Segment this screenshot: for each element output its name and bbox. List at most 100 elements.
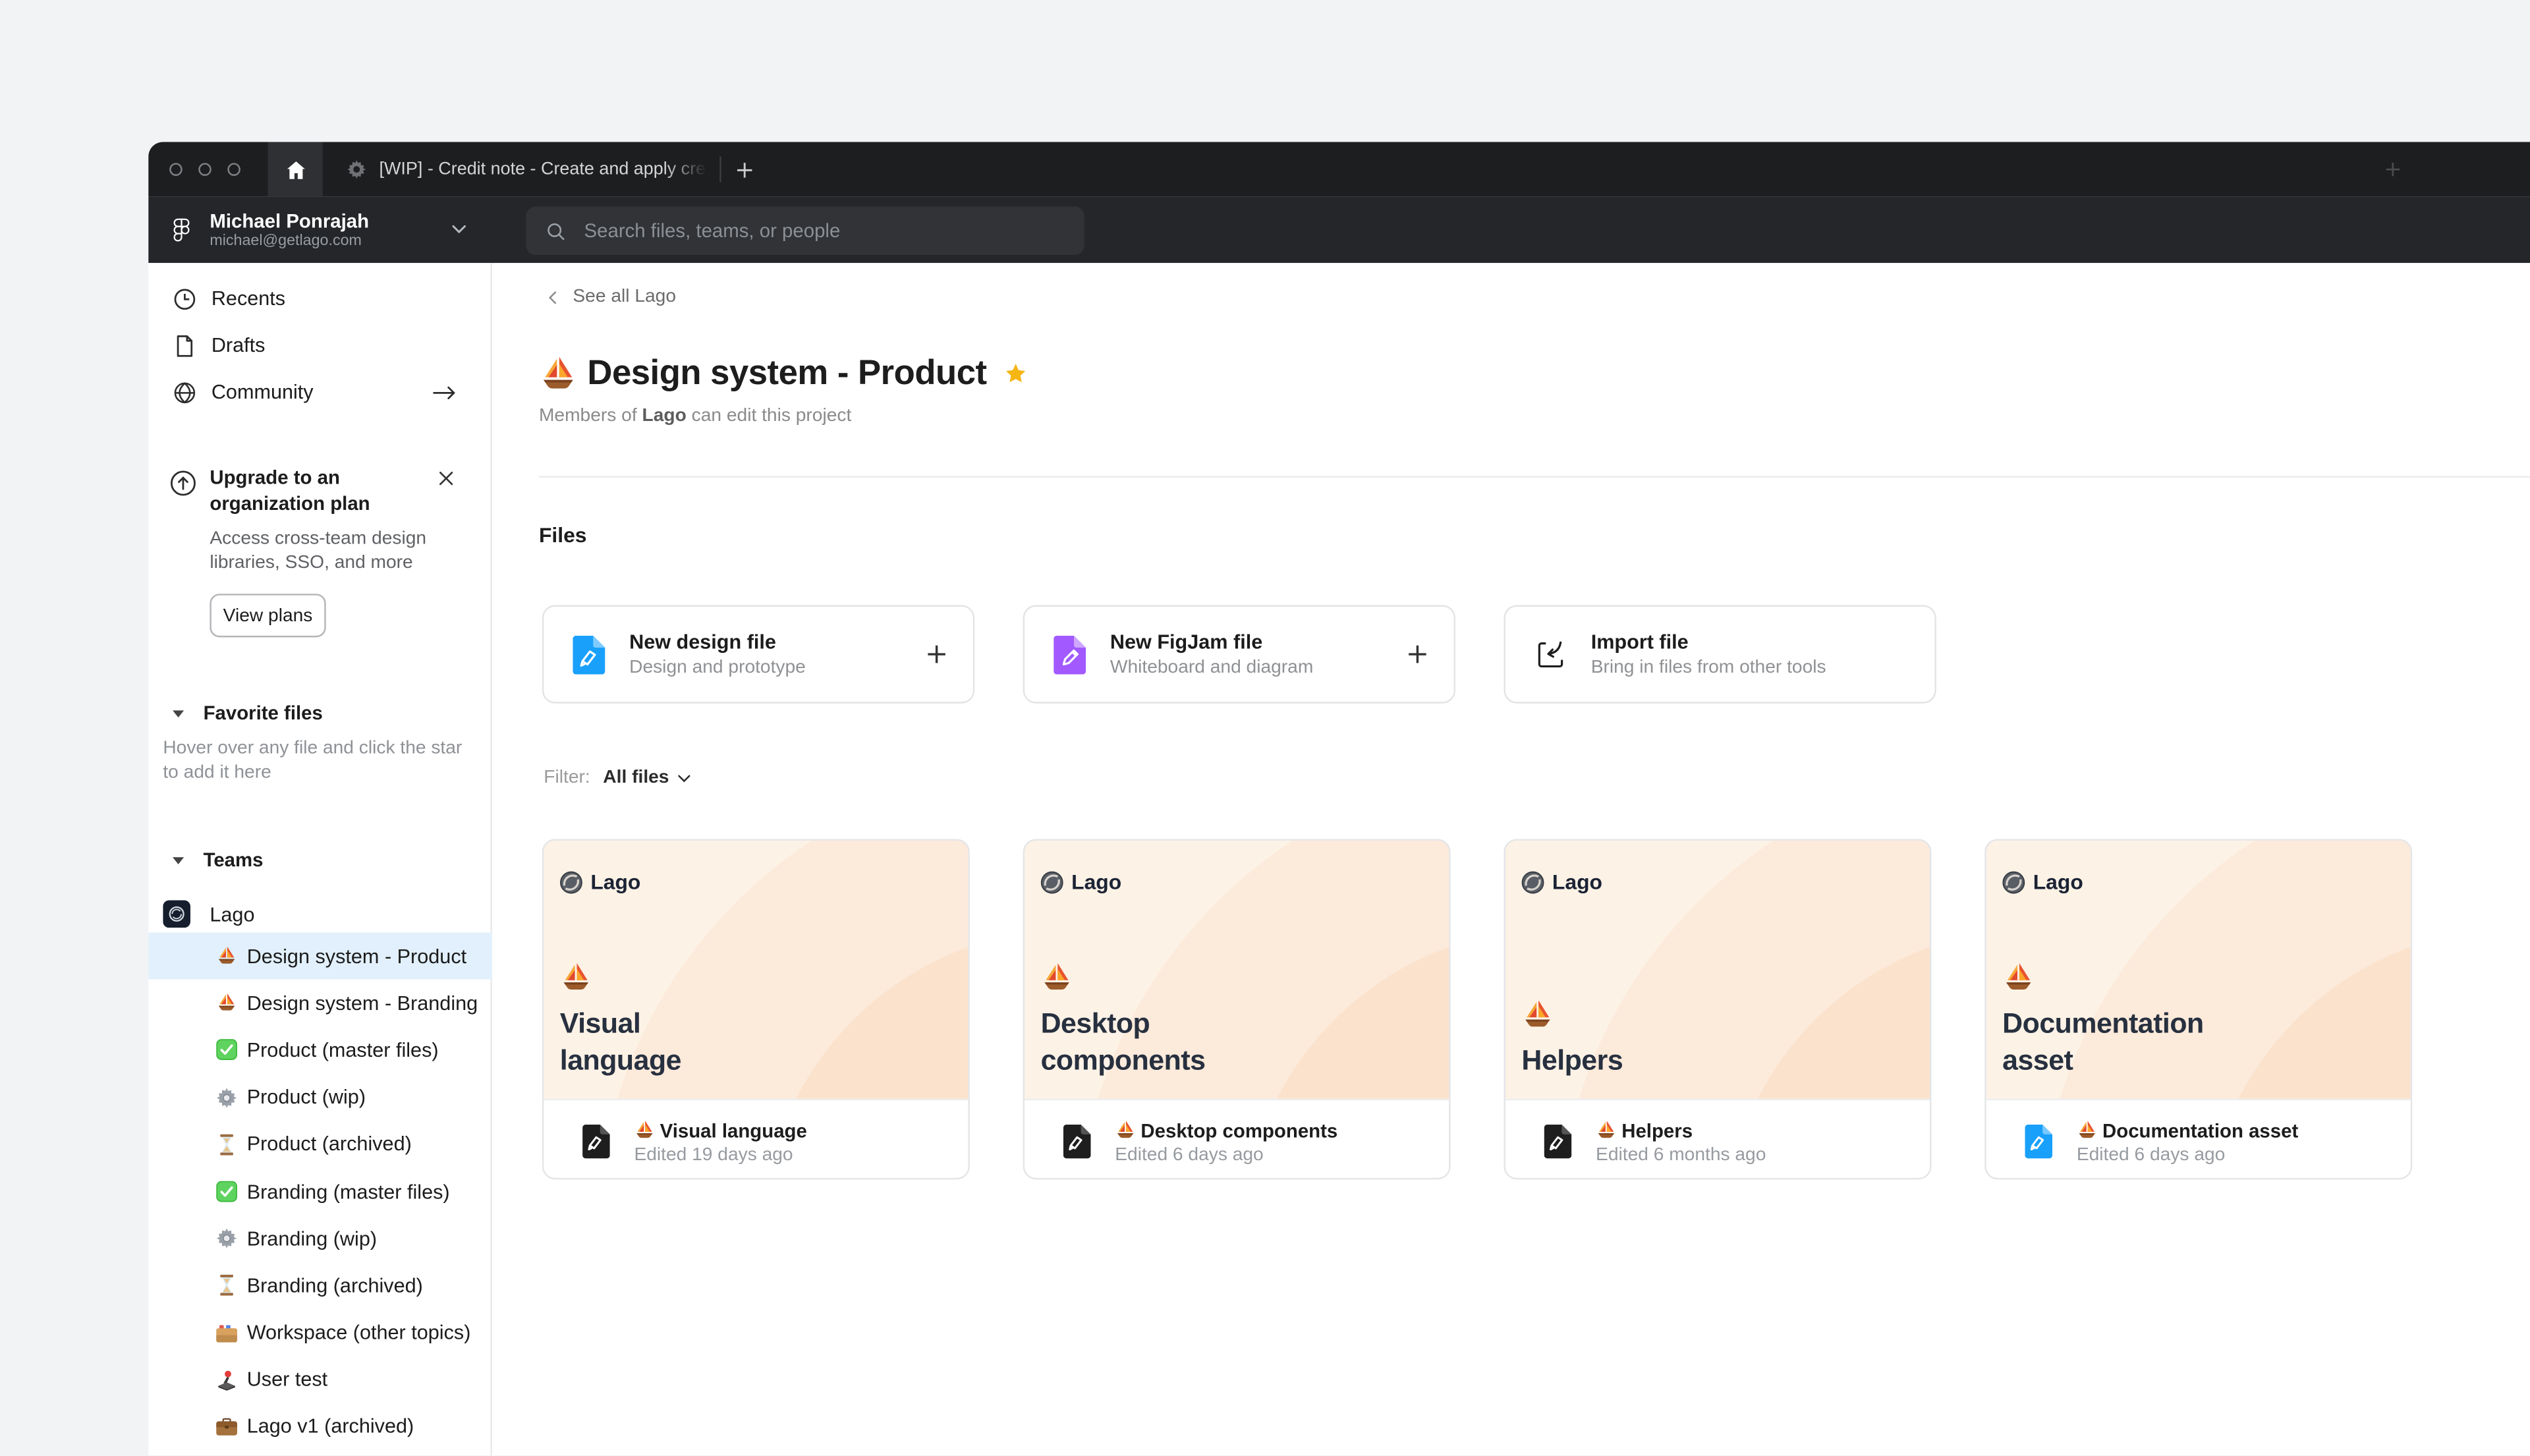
sidebar-project-product-archived[interactable]: Product (archived)	[148, 1121, 492, 1167]
sailboat-emoji	[634, 1120, 655, 1141]
sidebar-project-branding-master-files[interactable]: Branding (master files)	[148, 1168, 492, 1215]
file-card-visual-language[interactable]: Lago Visual language Visual language Edit…	[542, 839, 970, 1180]
file-card-helpers[interactable]: Lago Helpers Helpers Edited 6 months ago	[1504, 839, 1932, 1180]
sailboat-emoji	[1596, 1120, 1617, 1141]
close-icon[interactable]	[439, 471, 453, 486]
file-card-footer: Desktop components Edited 6 days ago	[1025, 1098, 1449, 1178]
caret-down-icon	[173, 856, 184, 864]
chevron-down-icon	[452, 224, 466, 234]
divider	[538, 476, 2530, 478]
joystick-emoji	[216, 1370, 237, 1391]
folder-emoji	[216, 1322, 238, 1343]
new-design-file-card[interactable]: New design file Design and prototype	[542, 605, 975, 704]
sailboat-emoji	[216, 945, 237, 966]
gear-emoji	[216, 1228, 237, 1249]
window-minimize-button[interactable]	[198, 163, 211, 176]
lago-logo-icon	[2002, 870, 2025, 893]
team-avatar	[163, 900, 190, 928]
breadcrumb[interactable]: See all Lago	[548, 287, 676, 306]
search-bar[interactable]	[526, 206, 1084, 255]
new-figjam-file-card[interactable]: New FigJam file Whiteboard and diagram	[1023, 605, 1455, 704]
window-close-button[interactable]	[169, 163, 183, 176]
search-icon	[546, 220, 567, 241]
sidebar-project-product-master-files[interactable]: Product (master files)	[148, 1026, 492, 1073]
window-controls	[148, 163, 240, 176]
file-thumbnail: Lago Helpers	[1505, 840, 1930, 1099]
upgrade-title: Upgrade to an organization plan	[210, 466, 370, 515]
team-name: Lago	[210, 903, 255, 926]
files-heading: Files	[538, 522, 587, 547]
sidebar-item-community[interactable]: Community	[148, 370, 492, 415]
sidebar-project-lago-v1-archived[interactable]: Lago v1 (archived)	[148, 1403, 492, 1450]
new-file-actions: New design file Design and prototype New…	[542, 605, 1936, 704]
new-tab-button[interactable]	[736, 161, 754, 179]
arrow-right-icon	[432, 380, 457, 405]
hourglass-emoji	[216, 1134, 237, 1156]
sidebar-project-branding-archived[interactable]: Branding (archived)	[148, 1262, 492, 1309]
chevron-down-icon	[677, 773, 690, 782]
app-header: Michael Ponrajah michael@getlago.com	[148, 196, 2530, 264]
lago-logo-icon	[1040, 870, 1063, 893]
sidebar-project-product-wip[interactable]: Product (wip)	[148, 1074, 492, 1121]
filter-label: Filter:	[544, 768, 590, 788]
check-emoji	[216, 1181, 237, 1202]
file-card-desktop-components[interactable]: Lago Desktop components Desktop component…	[1023, 839, 1451, 1180]
search-input[interactable]	[580, 217, 1040, 244]
view-plans-button[interactable]: View plans	[210, 594, 326, 638]
new-tab-ghost-icon	[2385, 161, 2401, 177]
sidebar-project-design-system-branding[interactable]: Design system - Branding	[148, 980, 492, 1026]
plus-icon[interactable]	[1407, 644, 1428, 665]
import-file-card[interactable]: Import file Bring in files from other to…	[1504, 605, 1936, 704]
account-menu[interactable]: Michael Ponrajah michael@getlago.com	[148, 197, 492, 263]
sidebar-item-drafts[interactable]: Drafts	[148, 323, 492, 368]
file-card-footer: Helpers Edited 6 months ago	[1505, 1098, 1930, 1178]
sidebar-team-lago[interactable]: Lago	[148, 891, 492, 938]
figma-logo-icon	[173, 217, 190, 242]
sidebar-item-label: Recents	[211, 287, 286, 310]
sidebar-project-user-test[interactable]: User test	[148, 1357, 492, 1403]
design-file-doc-icon	[582, 1124, 610, 1159]
file-card-documentation-asset[interactable]: Lago Documentation asset Documentation as…	[1984, 839, 2413, 1180]
project-subtitle: Members of Lago can edit this project	[538, 406, 852, 426]
sailboat-emoji	[1115, 1120, 1136, 1141]
main-content: See all Lago Design system - Product Mem…	[492, 263, 2530, 1455]
home-tab[interactable]	[267, 142, 323, 197]
file-edited-timestamp: Edited 6 months ago	[1596, 1144, 1766, 1164]
team-projects-list: Design system - Product Design system - …	[148, 932, 492, 1451]
favorite-files-section-header[interactable]: Favorite files	[148, 702, 323, 725]
teams-section-header[interactable]: Teams	[148, 849, 264, 872]
clock-icon	[173, 287, 197, 311]
home-icon	[285, 159, 306, 180]
briefcase-emoji	[216, 1416, 238, 1438]
plus-icon[interactable]	[926, 644, 947, 665]
page-title: Design system - Product	[587, 353, 987, 393]
sidebar-item-recents[interactable]: Recents	[148, 276, 492, 322]
window-zoom-button[interactable]	[227, 163, 240, 176]
file-thumbnail: Lago Visual language	[544, 840, 969, 1099]
file-card-footer: Visual language Edited 19 days ago	[544, 1098, 969, 1178]
check-emoji	[216, 1040, 237, 1061]
import-icon	[1534, 638, 1567, 671]
sidebar: Recents Drafts Community Upgrade to an or…	[148, 263, 492, 1455]
sidebar-project-design-system-product[interactable]: Design system - Product	[148, 932, 492, 980]
star-icon[interactable]	[1004, 363, 1025, 384]
figjam-file-icon	[1054, 634, 1086, 674]
design-file-icon	[573, 634, 605, 674]
favorite-files-title: Favorite files	[203, 702, 323, 725]
caret-down-icon	[173, 709, 184, 717]
user-email: michael@getlago.com	[210, 231, 362, 250]
sailboat-emoji	[539, 354, 578, 393]
globe-icon	[173, 380, 197, 405]
figma-app-window: [WIP] - Credit note - Create and apply c…	[0, 0, 2530, 1455]
upload-circle-icon	[169, 470, 197, 497]
sidebar-item-label: Community	[211, 380, 314, 404]
design-file-doc-icon	[2025, 1124, 2053, 1159]
sidebar-project-branding-wip[interactable]: Branding (wip)	[148, 1215, 492, 1262]
filter-dropdown[interactable]: All files	[603, 768, 690, 787]
sidebar-project-workspace-other-topics[interactable]: Workspace (other topics)	[148, 1309, 492, 1356]
document-tab[interactable]: [WIP] - Credit note - Create and apply c…	[323, 142, 707, 197]
lago-logo-icon	[1521, 870, 1544, 893]
teams-title: Teams	[203, 849, 264, 872]
design-file-doc-icon	[1063, 1124, 1091, 1159]
gear-icon	[347, 159, 366, 179]
